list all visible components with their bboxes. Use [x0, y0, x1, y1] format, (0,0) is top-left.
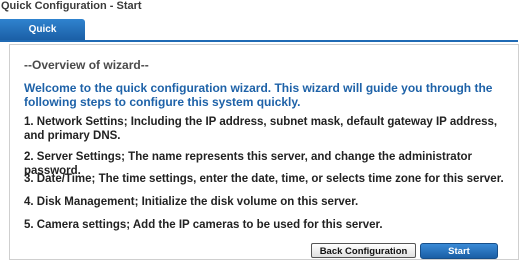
- overview-heading: --Overview of wizard--: [24, 58, 149, 72]
- step-date-time: 3. Date/Time; The time settings, enter t…: [24, 173, 504, 185]
- quick-configuration-window: Quick Configuration - Start Quick Config…: [0, 0, 526, 265]
- back-configuration-button[interactable]: Back Configuration: [311, 243, 416, 258]
- step-network-settings: 1. Network Settins; Including the IP add…: [24, 116, 498, 142]
- tab-quick-configuration[interactable]: Quick Configuration: [0, 19, 85, 56]
- wizard-content-panel: --Overview of wizard-- Welcome to the qu…: [9, 44, 519, 260]
- step-disk-management: 4. Disk Management; Initialize the disk …: [24, 196, 359, 208]
- welcome-text: Welcome to the quick configuration wizar…: [24, 81, 493, 109]
- start-button[interactable]: Start: [420, 243, 498, 259]
- window-title: Quick Configuration - Start: [1, 0, 142, 12]
- step-camera-settings: 5. Camera settings; Add the IP cameras t…: [24, 219, 383, 231]
- tab-bar: Quick Configuration: [0, 19, 518, 56]
